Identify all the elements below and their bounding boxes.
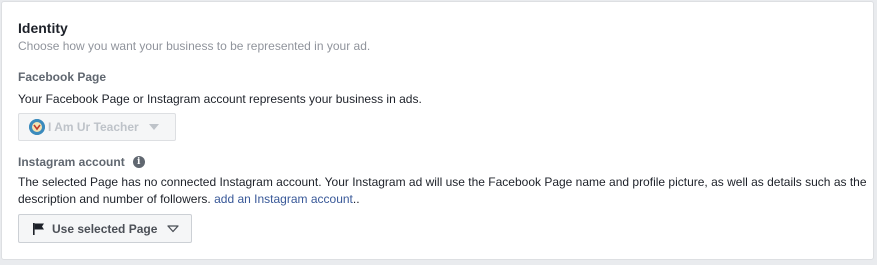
chevron-down-icon xyxy=(167,224,180,232)
info-icon[interactable]: i xyxy=(132,156,145,168)
facebook-page-description: Your Facebook Page or Instagram account … xyxy=(18,92,422,106)
use-selected-page-button[interactable]: Use selected Page xyxy=(18,214,192,243)
identity-title: Identity xyxy=(18,20,68,36)
instagram-account-label: Instagram account xyxy=(18,155,125,169)
instagram-description: The selected Page has no connected Insta… xyxy=(18,174,868,208)
page-avatar-icon xyxy=(29,119,45,135)
use-selected-page-label: Use selected Page xyxy=(52,221,158,236)
add-instagram-account-link[interactable]: add an Instagram account xyxy=(214,192,353,206)
selected-page-name: I Am Ur Teacher xyxy=(48,120,139,134)
chevron-down-icon xyxy=(148,124,159,130)
instagram-account-label-row: Instagram account i xyxy=(18,155,145,169)
instagram-description-text: The selected Page has no connected Insta… xyxy=(18,175,867,206)
link-suffix: .. xyxy=(352,192,360,206)
flag-icon xyxy=(33,222,44,235)
identity-subtitle: Choose how you want your business to be … xyxy=(18,39,371,53)
facebook-page-label: Facebook Page xyxy=(18,70,107,84)
identity-card: Identity Choose how you want your busine… xyxy=(1,1,874,260)
facebook-page-selector[interactable]: I Am Ur Teacher xyxy=(18,113,176,141)
